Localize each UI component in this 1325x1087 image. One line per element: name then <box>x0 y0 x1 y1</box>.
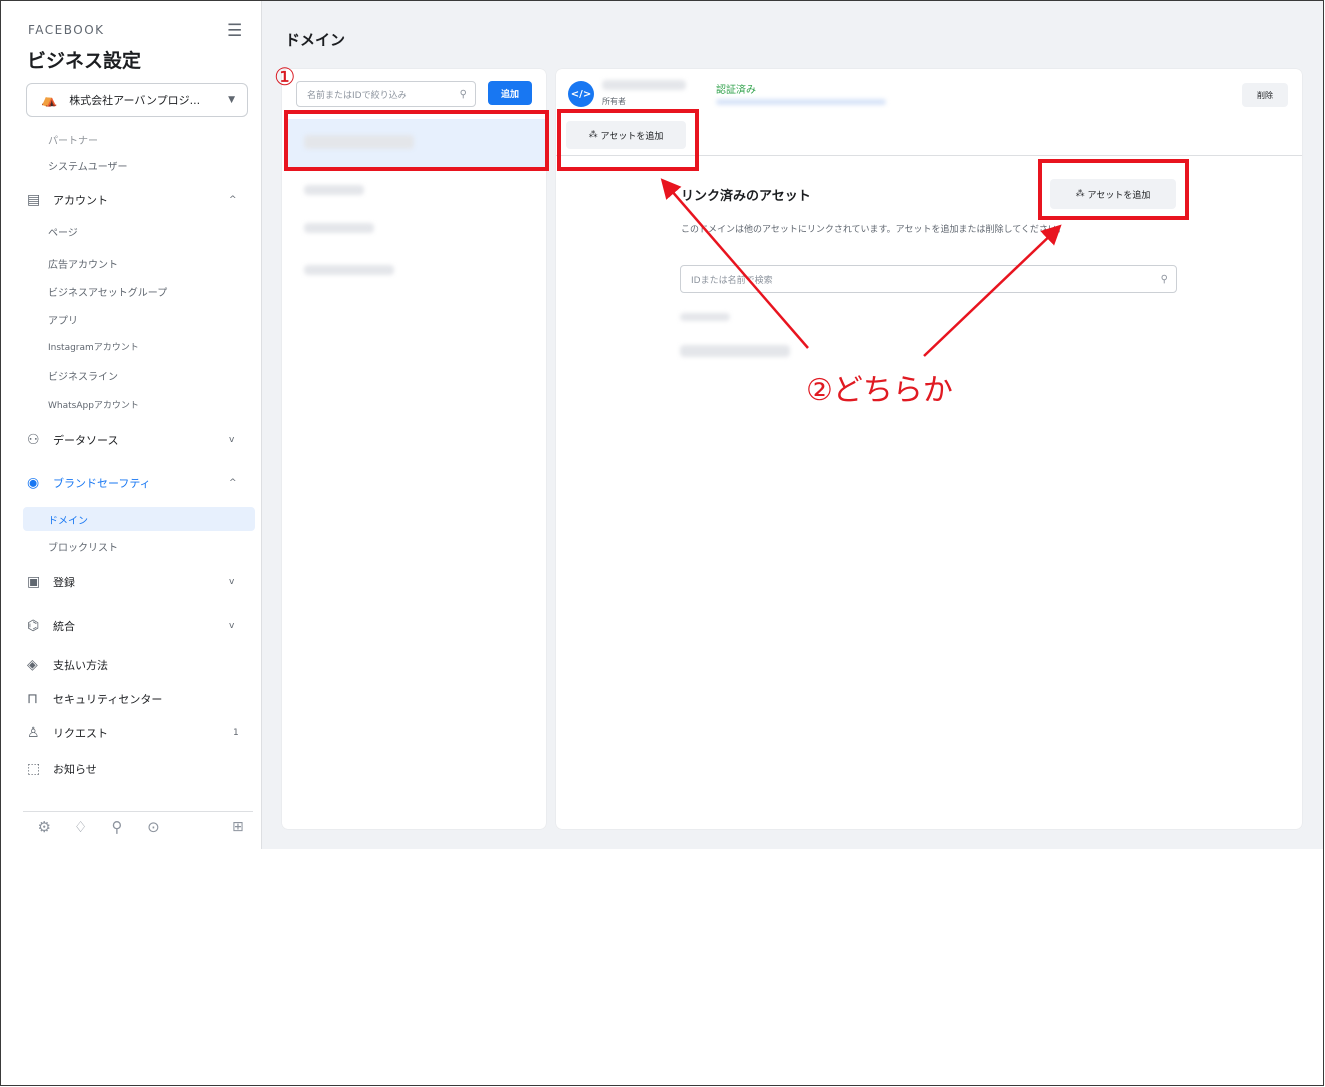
filter-placeholder: 名前またはIDで絞り込み <box>307 90 407 101</box>
sidebar-item-block-lists[interactable]: ブロックリスト <box>48 539 118 554</box>
sidebar-item-partner[interactable]: パートナー <box>48 132 98 147</box>
redacted-row[interactable] <box>304 265 394 275</box>
redacted-owner <box>716 99 886 105</box>
search-icon: ⚲ <box>1160 273 1168 285</box>
sidebar-item-security-center[interactable]: ⊓ セキュリティセンター <box>27 688 162 710</box>
grid-icon[interactable]: ⊞ <box>223 819 253 835</box>
chevron-down-icon[interactable]: v <box>229 577 234 587</box>
search-icon[interactable]: ⚲ <box>102 818 132 836</box>
sidebar-section-registrations[interactable]: ▣ 登録 <box>27 571 75 593</box>
page-title: ビジネス設定 <box>27 50 142 72</box>
add-domain-button[interactable]: 追加 <box>488 81 532 105</box>
verified-status: 認証済み <box>716 85 756 96</box>
redacted-asset <box>680 313 730 321</box>
sidebar-item-domains[interactable]: ドメイン <box>48 512 88 527</box>
annotation-box-add-asset-header <box>557 109 699 171</box>
sidebar-footer: ⚙ ♢ ⚲ ⊙ ⊞ <box>23 811 253 842</box>
caret-down-icon: ▼ <box>228 95 235 105</box>
data-source-icon: ⚇ <box>27 432 40 448</box>
sidebar-item-business-lines[interactable]: ビジネスライン <box>48 368 118 383</box>
redacted-row[interactable] <box>304 185 364 195</box>
annotation-box-domain-row <box>284 110 549 171</box>
domain-list-panel: 名前またはIDで絞り込み ⚲ 追加 <box>282 69 546 829</box>
sidebar-item-asset-groups[interactable]: ビジネスアセットグループ <box>48 284 167 299</box>
chevron-down-icon[interactable]: v <box>229 435 234 445</box>
chevron-up-icon[interactable]: ^ <box>229 195 237 205</box>
code-icon: </> <box>568 81 594 107</box>
sidebar-item-pages[interactable]: ページ <box>48 224 78 239</box>
item-label: お知らせ <box>53 763 97 776</box>
sidebar-item-payment-methods[interactable]: ◈ 支払い方法 <box>27 654 108 676</box>
account-icon: ▤ <box>27 192 41 208</box>
brand-safety-icon: ◉ <box>27 475 40 491</box>
domain-page-title: ドメイン <box>285 31 346 49</box>
lock-icon: ⊓ <box>27 691 38 707</box>
owner-label: 所有者 <box>602 97 626 106</box>
chevron-down-icon[interactable]: v <box>229 621 234 631</box>
sidebar-item-apps[interactable]: アプリ <box>48 312 78 327</box>
item-label: 支払い方法 <box>53 659 108 672</box>
clipboard-icon: ▣ <box>27 574 41 590</box>
delete-button[interactable]: 削除 <box>1242 83 1288 107</box>
search-icon: ⚲ <box>459 88 467 100</box>
linked-assets-title: リンク済みのアセット <box>681 189 811 204</box>
business-name: 株式会社アーバンプロジ... <box>69 94 201 107</box>
annotation-box-add-asset-linked <box>1038 159 1189 220</box>
sidebar-item-instagram[interactable]: Instagramアカウント <box>48 340 139 353</box>
asset-search-input[interactable]: IDまたは名前で検索 ⚲ <box>680 265 1177 293</box>
menu-icon[interactable]: ☰ <box>227 21 242 41</box>
sidebar-section-brand-safety[interactable]: ◉ ブランドセーフティ <box>27 472 151 494</box>
business-icon: ⛺ <box>41 92 58 108</box>
sidebar: FACEBOOK ☰ ビジネス設定 ⛺ 株式会社アーバンプロジ... ▼ パート… <box>1 1 262 849</box>
section-label: ブランドセーフティ <box>53 477 151 490</box>
item-label: リクエスト <box>53 727 108 740</box>
bell-icon[interactable]: ♢ <box>65 818 95 836</box>
chevron-up-icon[interactable]: ^ <box>229 478 237 488</box>
section-label: 登録 <box>53 576 75 589</box>
sidebar-item-ad-accounts[interactable]: 広告アカウント <box>48 256 118 271</box>
redacted-asset <box>680 345 790 357</box>
sidebar-section-integrations[interactable]: ⌬ 統合 <box>27 615 75 637</box>
sidebar-section-data-sources[interactable]: ⚇ データソース <box>27 429 118 451</box>
payment-icon: ◈ <box>27 657 38 673</box>
filter-input[interactable]: 名前またはIDで絞り込み ⚲ <box>296 81 476 107</box>
help-icon[interactable]: ⊙ <box>138 818 168 836</box>
redacted-row[interactable] <box>304 223 374 233</box>
sidebar-item-notifications[interactable]: ⬚ お知らせ <box>27 758 97 780</box>
redacted-domain-name <box>602 80 686 90</box>
request-count-badge: 1 <box>233 728 239 738</box>
section-label: アカウント <box>53 194 108 207</box>
integration-icon: ⌬ <box>27 618 40 634</box>
sidebar-item-whatsapp[interactable]: WhatsAppアカウント <box>48 398 139 411</box>
domain-detail-panel: </> 所有者 認証済み 削除 ⁂ アセットを追加 リンク済みのアセット ⁂ ア… <box>556 69 1302 829</box>
section-label: データソース <box>53 434 119 447</box>
sidebar-item-system-users[interactable]: システムユーザー <box>48 158 128 173</box>
annotation-step-2: ②どちらか <box>806 373 953 408</box>
business-selector[interactable]: ⛺ 株式会社アーバンプロジ... ▼ <box>26 83 248 117</box>
item-label: セキュリティセンター <box>53 693 163 706</box>
person-icon: ♙ <box>27 725 40 741</box>
facebook-brand: FACEBOOK <box>28 23 105 37</box>
annotation-step-1: ① <box>274 63 296 91</box>
notification-icon: ⬚ <box>27 761 41 777</box>
asset-search-placeholder: IDまたは名前で検索 <box>691 275 773 286</box>
sidebar-section-accounts[interactable]: ▤ アカウント <box>27 189 108 211</box>
settings-icon[interactable]: ⚙ <box>29 818 59 836</box>
sidebar-item-requests[interactable]: ♙ リクエスト <box>27 722 108 744</box>
linked-assets-description: このドメインは他のアセットにリンクされています。アセットを追加または削除してくだ… <box>681 225 1066 235</box>
section-label: 統合 <box>53 620 75 633</box>
